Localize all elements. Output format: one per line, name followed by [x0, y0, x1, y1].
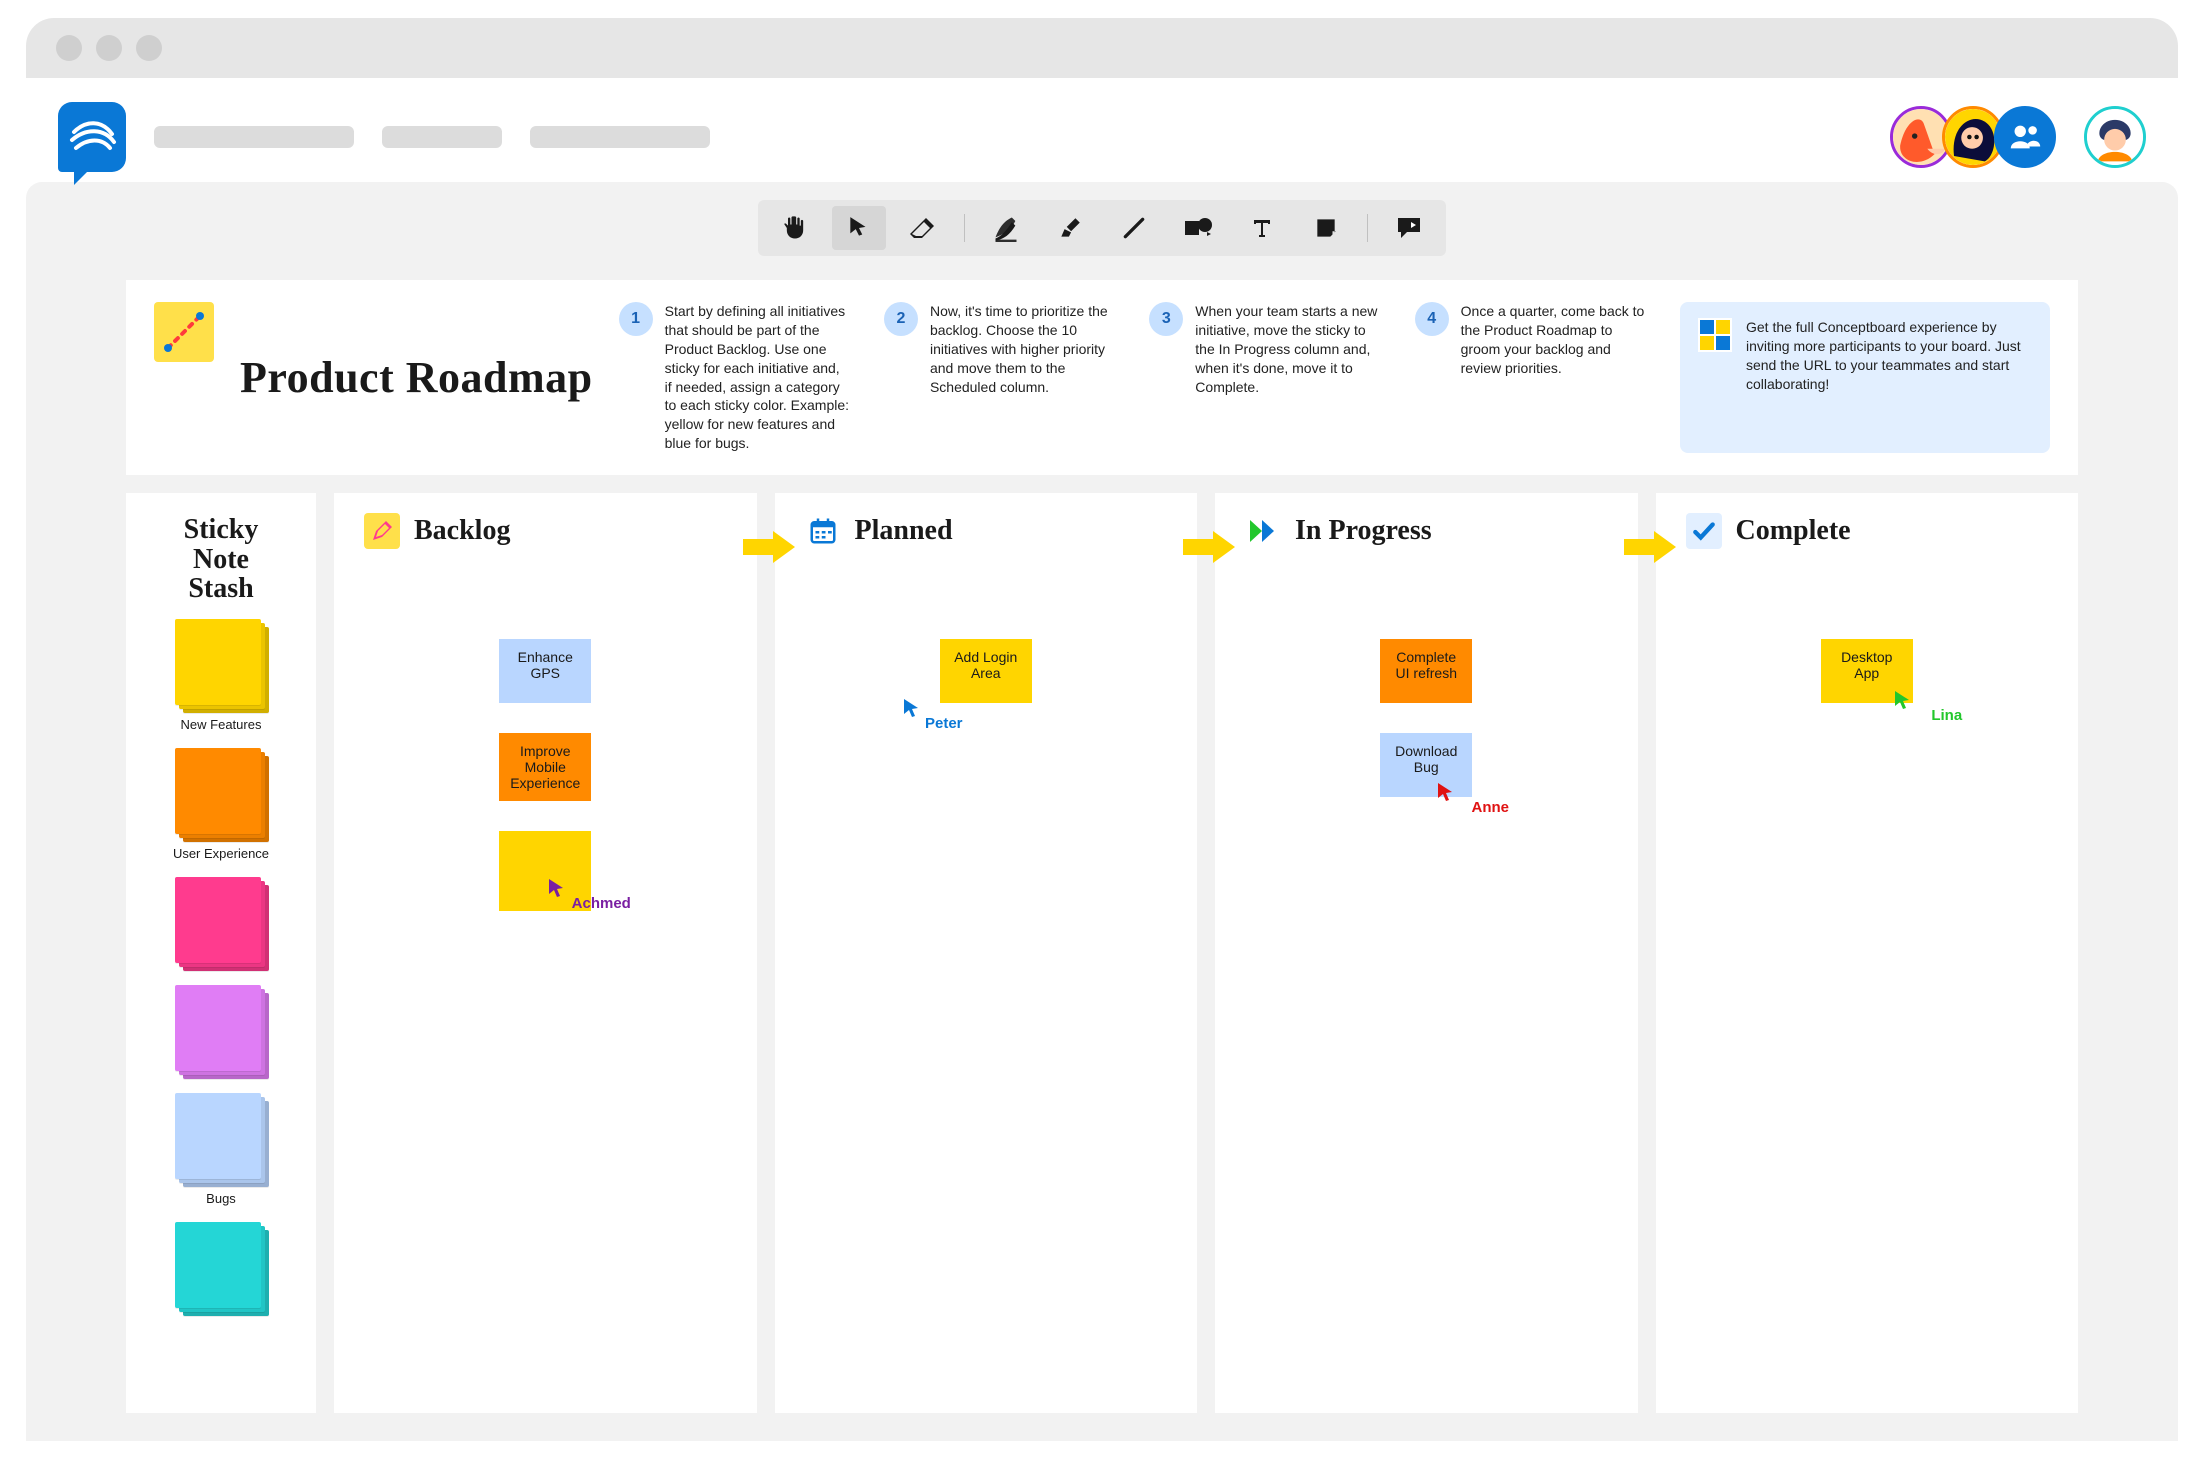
sticky-note[interactable]: Complete UI refresh: [1380, 639, 1472, 703]
stash-title: StickyNoteStash: [140, 515, 302, 603]
sticky-note-tool[interactable]: [1299, 206, 1353, 250]
sticky-note[interactable]: Desktop App Lina: [1821, 639, 1913, 703]
sticky-note[interactable]: Improve Mobile Experience: [499, 733, 591, 801]
add-participants-button[interactable]: [1994, 106, 2056, 168]
stash-label: User Experience: [140, 846, 302, 861]
stash-stack-violet[interactable]: [175, 985, 267, 1077]
promo-card: Get the full Conceptboard experience by …: [1680, 302, 2050, 453]
page-title: Product Roadmap: [240, 352, 593, 403]
shape-tool[interactable]: [1171, 206, 1225, 250]
stash-stack-new-features[interactable]: [175, 619, 267, 711]
line-tool[interactable]: [1107, 206, 1161, 250]
pen-tool[interactable]: [979, 206, 1033, 250]
cursor-peter: Peter: [902, 697, 992, 732]
column-title: Planned: [855, 515, 953, 547]
flow-arrow-icon: [1181, 529, 1241, 570]
comment-tool[interactable]: [1382, 206, 1436, 250]
column-complete[interactable]: Complete Desktop App Lina: [1656, 493, 2079, 1413]
eraser-tool[interactable]: [896, 206, 950, 250]
stash-stack-ux[interactable]: [175, 748, 267, 840]
toolbar: [758, 200, 1446, 256]
text-tool[interactable]: [1235, 206, 1289, 250]
sticky-note[interactable]: Download Bug Anne: [1380, 733, 1472, 797]
column-title: Complete: [1736, 515, 1851, 547]
cursor-lina: Lina: [1893, 689, 1983, 724]
app-logo[interactable]: [58, 102, 126, 172]
marker-tool[interactable]: [1043, 206, 1097, 250]
stash-stack-bugs[interactable]: [175, 1093, 267, 1185]
browser-chrome: [26, 18, 2178, 78]
window-dot: [96, 35, 122, 61]
pencil-icon: [364, 513, 400, 549]
header-card: Product Roadmap 1Start by defining all i…: [126, 280, 2078, 475]
column-in-progress[interactable]: In Progress Complete UI refresh Download…: [1215, 493, 1638, 1413]
breadcrumb-placeholder: [382, 126, 502, 148]
window-dot: [56, 35, 82, 61]
stash-stack-teal[interactable]: [175, 1222, 267, 1314]
roadmap-icon: [154, 302, 214, 362]
sticky-note[interactable]: Enhance GPS: [499, 639, 591, 703]
intro-step-1: 1Start by defining all initiatives that …: [619, 302, 850, 453]
column-title: Backlog: [414, 515, 510, 547]
breadcrumb-placeholder: [530, 126, 710, 148]
avatar-current-user[interactable]: [2084, 106, 2146, 168]
stash-label: New Features: [140, 717, 302, 732]
flow-arrow-icon: [1622, 529, 1682, 570]
toolbar-separator: [964, 214, 965, 242]
sticky-note[interactable]: Achmed: [499, 831, 591, 911]
column-planned[interactable]: Planned Add Login Area Peter: [775, 493, 1198, 1413]
check-icon: [1686, 513, 1722, 549]
intro-step-4: 4Once a quarter, come back to the Produc…: [1415, 302, 1646, 453]
sticky-note[interactable]: Add Login Area Peter: [940, 639, 1032, 703]
conceptboard-logo-icon: [1698, 318, 1732, 352]
intro-step-2: 2Now, it's time to prioritize the backlo…: [884, 302, 1115, 453]
column-title: In Progress: [1295, 515, 1432, 547]
play-icon: [1245, 513, 1281, 549]
stash-stack-pink[interactable]: [175, 877, 267, 969]
cursor-anne: Anne: [1436, 781, 1526, 816]
toolbar-separator: [1367, 214, 1368, 242]
hand-tool[interactable]: [768, 206, 822, 250]
stash-label: Bugs: [140, 1191, 302, 1206]
window-dot: [136, 35, 162, 61]
calendar-icon: [805, 513, 841, 549]
cursor-achmed: Achmed: [547, 877, 637, 912]
select-tool[interactable]: [832, 206, 886, 250]
presence-avatars: [1900, 106, 2146, 168]
sticky-stash-panel: StickyNoteStash New Features User Experi…: [126, 493, 316, 1413]
flow-arrow-icon: [741, 529, 801, 570]
breadcrumb-placeholder: [154, 126, 354, 148]
column-backlog[interactable]: Backlog Enhance GPS Improve Mobile Exper…: [334, 493, 757, 1413]
intro-step-3: 3When your team starts a new initiative,…: [1149, 302, 1380, 453]
